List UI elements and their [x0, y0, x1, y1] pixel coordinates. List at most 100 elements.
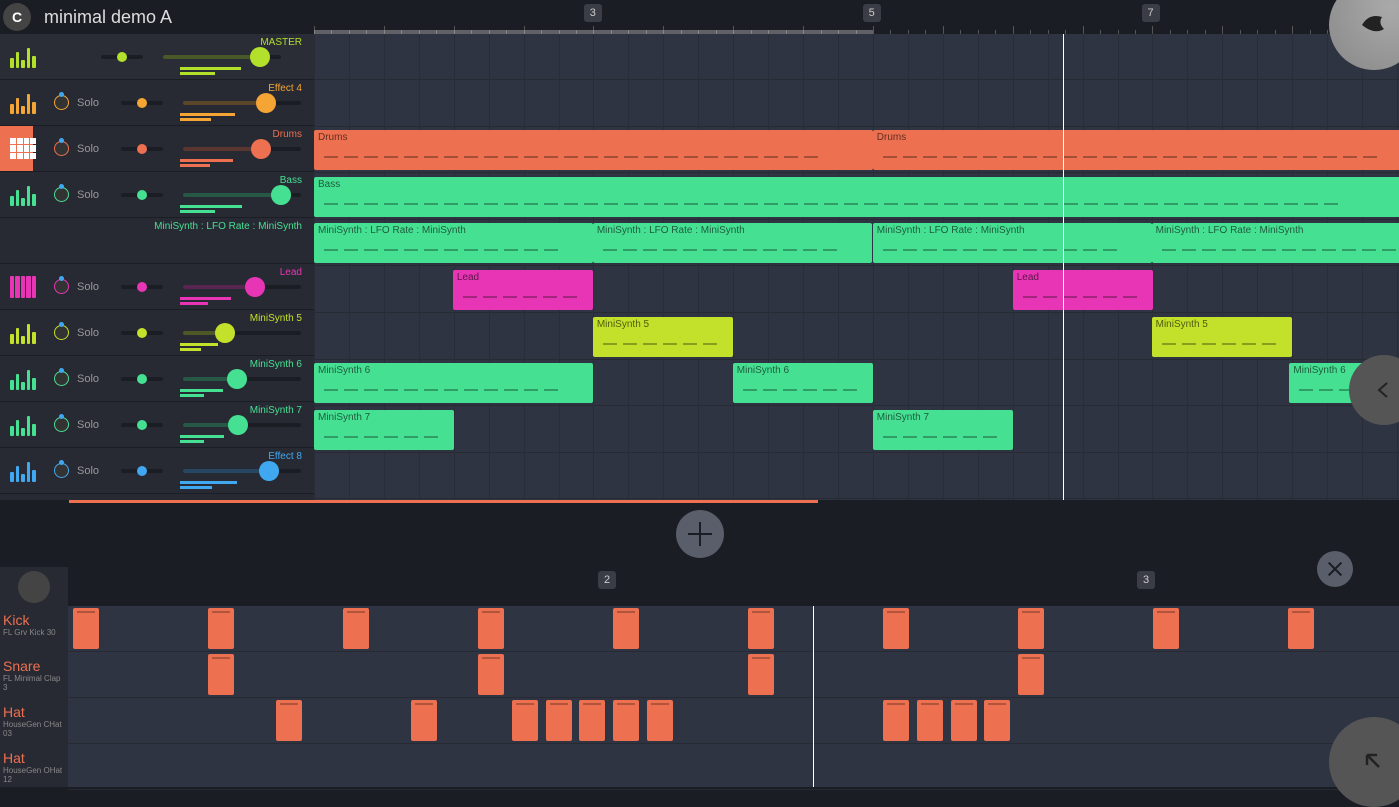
mid-toolbar: [0, 500, 1399, 567]
drum-channel[interactable]: SnareFL Minimal Clap 3: [0, 652, 68, 698]
eq-icon: [10, 368, 36, 390]
drum-step[interactable]: [951, 700, 977, 741]
track-row[interactable]: .solo-knob::after{background:#e835b5}Sol…: [0, 264, 314, 310]
drum-step[interactable]: [883, 608, 909, 649]
volume-slider[interactable]: [183, 377, 301, 381]
volume-slider[interactable]: [183, 193, 301, 197]
volume-slider[interactable]: [183, 285, 301, 289]
solo-knob[interactable]: .solo-knob::after{background:#40a8f0}: [54, 463, 69, 478]
step-sequencer[interactable]: 23: [68, 567, 1399, 787]
drum-step[interactable]: [208, 608, 234, 649]
app-logo-icon[interactable]: C: [3, 3, 31, 31]
track-row[interactable]: .solo-knob::after{background:#40a8f0}Sol…: [0, 448, 314, 494]
drum-step[interactable]: [208, 654, 234, 695]
clip[interactable]: Bass: [314, 177, 1399, 217]
pattern-icon[interactable]: [18, 571, 50, 603]
track-row[interactable]: .solo-knob::after{background:#f5a534}Sol…: [0, 80, 314, 126]
volume-slider[interactable]: [183, 469, 301, 473]
drum-step[interactable]: [613, 700, 639, 741]
drum-step[interactable]: [984, 700, 1010, 741]
track-row[interactable]: .solo-knob::after{background:#ed7050}Sol…: [0, 126, 314, 172]
pan-slider[interactable]: [121, 423, 163, 427]
drum-step[interactable]: [647, 700, 673, 741]
drum-step[interactable]: [73, 608, 99, 649]
clip[interactable]: MiniSynth 7: [873, 410, 1013, 450]
drum-step[interactable]: [579, 700, 605, 741]
song-title[interactable]: minimal demo A: [44, 7, 172, 28]
playhead[interactable]: [1063, 34, 1064, 500]
bar-marker[interactable]: 5: [863, 4, 881, 22]
drum-step[interactable]: [411, 700, 437, 741]
drum-step[interactable]: [1018, 608, 1044, 649]
clip[interactable]: MiniSynth 6: [733, 363, 873, 403]
solo-knob[interactable]: .solo-knob::after{background:#e835b5}: [54, 279, 69, 294]
drum-step[interactable]: [1288, 608, 1314, 649]
track-name: MASTER: [260, 37, 302, 48]
drum-step[interactable]: [748, 654, 774, 695]
clip[interactable]: Drums: [314, 130, 873, 170]
pan-slider[interactable]: [101, 55, 143, 59]
volume-slider[interactable]: [183, 423, 301, 427]
drum-step[interactable]: [917, 700, 943, 741]
solo-knob[interactable]: .solo-knob::after{background:#ed7050}: [54, 141, 69, 156]
song-progress[interactable]: [69, 500, 818, 503]
track-row[interactable]: .solo-knob::after{background:#46e093}Sol…: [0, 172, 314, 218]
pan-slider[interactable]: [121, 285, 163, 289]
clip[interactable]: MiniSynth : LFO Rate : MiniSynth: [1152, 223, 1399, 263]
beat-marker[interactable]: 2: [598, 571, 616, 589]
clip[interactable]: MiniSynth : LFO Rate : MiniSynth: [314, 223, 593, 263]
solo-knob[interactable]: .solo-knob::after{background:#46e093}: [54, 187, 69, 202]
drum-channel[interactable]: KickFL Grv Kick 30: [0, 606, 68, 652]
drum-step[interactable]: [1153, 608, 1179, 649]
drum-channel[interactable]: HatHouseGen OHat 12: [0, 744, 68, 790]
pan-slider[interactable]: [121, 377, 163, 381]
pan-slider[interactable]: [121, 147, 163, 151]
solo-knob[interactable]: .solo-knob::after{background:#f5a534}: [54, 95, 69, 110]
pan-slider[interactable]: [121, 101, 163, 105]
drum-step[interactable]: [478, 654, 504, 695]
clip[interactable]: Lead: [1013, 270, 1153, 310]
pan-slider[interactable]: [121, 469, 163, 473]
clip[interactable]: Lead: [453, 270, 593, 310]
volume-slider[interactable]: [183, 147, 301, 151]
volume-slider[interactable]: [183, 331, 301, 335]
solo-knob[interactable]: .solo-knob::after{background:#46e093}: [54, 417, 69, 432]
clip[interactable]: MiniSynth 6: [314, 363, 593, 403]
track-row[interactable]: .solo-knob::after{background:#46e093}Sol…: [0, 356, 314, 402]
volume-slider[interactable]: [163, 55, 281, 59]
close-icon[interactable]: [1317, 551, 1353, 587]
drum-step[interactable]: [1018, 654, 1044, 695]
track-row[interactable]: .solo-knob::after{background:#c3e02a}Sol…: [0, 310, 314, 356]
drum-step[interactable]: [546, 700, 572, 741]
pan-slider[interactable]: [121, 331, 163, 335]
pan-slider[interactable]: [121, 193, 163, 197]
beat-marker[interactable]: 3: [1137, 571, 1155, 589]
volume-slider[interactable]: [183, 101, 301, 105]
solo-knob[interactable]: .solo-knob::after{background:#46e093}: [54, 371, 69, 386]
clip[interactable]: MiniSynth 5: [593, 317, 733, 357]
timeline-ruler[interactable]: 3 5 7: [314, 0, 1399, 34]
clip[interactable]: MiniSynth 5: [1152, 317, 1292, 357]
clip[interactable]: MiniSynth : LFO Rate : MiniSynth: [593, 223, 872, 263]
drum-step[interactable]: [613, 608, 639, 649]
track-row[interactable]: MiniSynth : LFO Rate : MiniSynth: [0, 218, 314, 264]
timeline[interactable]: 3 5 7 DrumsDrums Bass MiniSynth : LFO Rate :…: [314, 0, 1399, 500]
bar-marker[interactable]: 3: [584, 4, 602, 22]
drum-step[interactable]: [478, 608, 504, 649]
track-row[interactable]: .solo-knob::after{background:#46e093}Sol…: [0, 402, 314, 448]
drum-ruler[interactable]: 23: [68, 567, 1399, 606]
clip[interactable]: Drums: [873, 130, 1399, 170]
drum-step[interactable]: [883, 700, 909, 741]
solo-knob[interactable]: .solo-knob::after{background:#c3e02a}: [54, 325, 69, 340]
clip[interactable]: MiniSynth 7: [314, 410, 454, 450]
drum-channel[interactable]: HatHouseGen CHat 03: [0, 698, 68, 744]
bar-marker[interactable]: 7: [1142, 4, 1160, 22]
drum-name: Hat: [3, 704, 65, 720]
clip[interactable]: MiniSynth : LFO Rate : MiniSynth: [873, 223, 1152, 263]
drum-step[interactable]: [512, 700, 538, 741]
drum-step[interactable]: [343, 608, 369, 649]
drum-step[interactable]: [748, 608, 774, 649]
drum-step[interactable]: [276, 700, 302, 741]
track-row[interactable]: MASTER: [0, 34, 314, 80]
add-button[interactable]: [676, 510, 724, 558]
